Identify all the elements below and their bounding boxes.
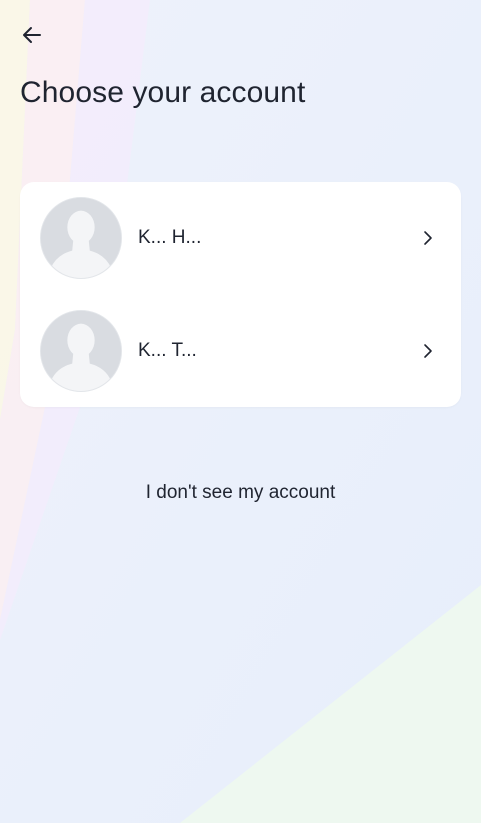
back-button[interactable]: [14, 20, 54, 54]
chevron-right-icon: [419, 342, 437, 360]
default-avatar-icon: [40, 197, 122, 279]
no-account-link[interactable]: I don't see my account: [0, 482, 481, 504]
account-item[interactable]: K... T...: [20, 295, 461, 407]
account-name: K... H...: [138, 227, 202, 248]
arrow-left-icon: [20, 23, 44, 52]
page-title: Choose your account: [20, 76, 306, 109]
account-item[interactable]: K... H...: [20, 182, 461, 294]
default-avatar-icon: [40, 310, 122, 392]
account-name: K... T...: [138, 340, 197, 361]
accounts-list: K... H... K... T...: [20, 182, 461, 407]
chevron-right-icon: [419, 229, 437, 247]
